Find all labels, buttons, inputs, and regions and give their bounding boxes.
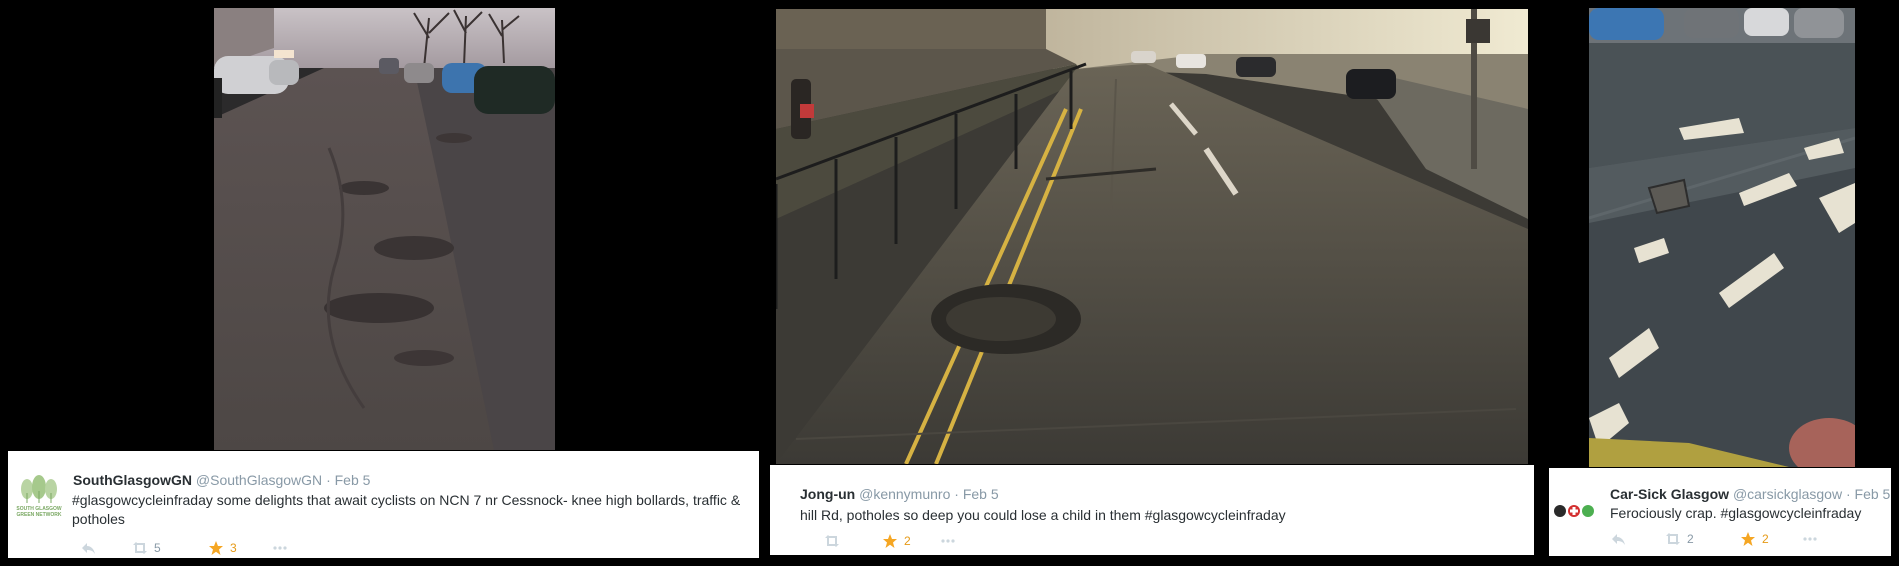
username[interactable]: @SouthGlasgowGN — [196, 472, 322, 488]
tweet-actions: 5 3 — [72, 540, 372, 558]
retweet-button[interactable]: 5 — [132, 540, 161, 556]
tweet-actions: 2 2 — [1610, 531, 1860, 549]
favorite-count: 2 — [1762, 532, 1769, 546]
display-name[interactable]: Car-Sick Glasgow — [1610, 486, 1729, 502]
reply-icon — [82, 543, 95, 554]
separator: · — [326, 472, 331, 488]
tweet-card: Car-Sick Glasgow @carsickglasgow · Feb 5… — [1549, 468, 1891, 556]
tweet-text: #glasgowcycleinfraday some delights that… — [72, 492, 741, 527]
favorite-count: 2 — [904, 534, 911, 548]
tweet-photo-road-cars[interactable] — [214, 8, 555, 450]
reply-icon — [1612, 534, 1625, 545]
tweet-header: Jong-un @kennymunro · Feb 5 — [800, 486, 999, 502]
tweet-card: Jong-un @kennymunro · Feb 5 hill Rd, pot… — [770, 465, 1534, 555]
star-icon — [883, 534, 897, 548]
retweet-count: 5 — [154, 541, 161, 555]
reply-button[interactable] — [1610, 531, 1626, 547]
tweet-photo-road-markings[interactable] — [1589, 8, 1855, 467]
retweet-icon — [1666, 533, 1680, 545]
retweet-count: 2 — [1687, 532, 1694, 546]
tweet-card: SOUTH GLASGOW GREEN NETWORK SouthGlasgow… — [8, 451, 759, 558]
retweet-icon — [133, 542, 147, 554]
retweet-button[interactable] — [824, 533, 840, 549]
username[interactable]: @carsickglasgow — [1733, 486, 1842, 502]
more-button[interactable] — [272, 540, 288, 556]
display-name[interactable]: Jong-un — [800, 486, 855, 502]
retweet-button[interactable]: 2 — [1665, 531, 1694, 547]
star-icon — [209, 541, 223, 555]
more-icon — [273, 546, 287, 550]
favorite-button[interactable]: 2 — [1740, 531, 1769, 547]
reply-button[interactable] — [80, 540, 96, 556]
more-icon — [941, 539, 955, 543]
tweet-date[interactable]: Feb 5 — [963, 486, 999, 502]
retweet-icon — [825, 535, 839, 547]
tweet-date[interactable]: Feb 5 — [1855, 486, 1891, 502]
separator: · — [954, 486, 959, 502]
separator: · — [1845, 486, 1851, 502]
star-icon — [1741, 532, 1755, 546]
more-button[interactable] — [1802, 531, 1818, 547]
more-button[interactable] — [940, 533, 956, 549]
display-name[interactable]: SouthGlasgowGN — [73, 472, 192, 488]
favorite-count: 3 — [230, 541, 237, 555]
favorite-button[interactable]: 2 — [882, 533, 911, 549]
car-sick-logo-icon — [1554, 505, 1594, 517]
avatar[interactable] — [1554, 504, 1594, 518]
more-icon — [1803, 537, 1817, 541]
avatar[interactable]: SOUTH GLASGOW GREEN NETWORK — [14, 475, 64, 521]
favorite-button[interactable]: 3 — [208, 540, 237, 556]
tweet-header: SouthGlasgowGN @SouthGlasgowGN · Feb 5 — [73, 472, 370, 488]
tweet-actions: 2 — [800, 533, 1000, 551]
tweet-photo-pothole-road[interactable] — [776, 9, 1528, 464]
avatar-caption: SOUTH GLASGOW GREEN NETWORK — [16, 506, 62, 518]
username[interactable]: @kennymunro — [859, 486, 950, 502]
tweet-header: Car-Sick Glasgow @carsickglasgow · Feb 5 — [1610, 486, 1890, 502]
tweet-text: hill Rd, potholes so deep you could lose… — [800, 507, 1286, 523]
tweet-date[interactable]: Feb 5 — [335, 472, 371, 488]
tweet-text: Ferociously crap. #glasgowcycleinfraday — [1610, 505, 1862, 521]
